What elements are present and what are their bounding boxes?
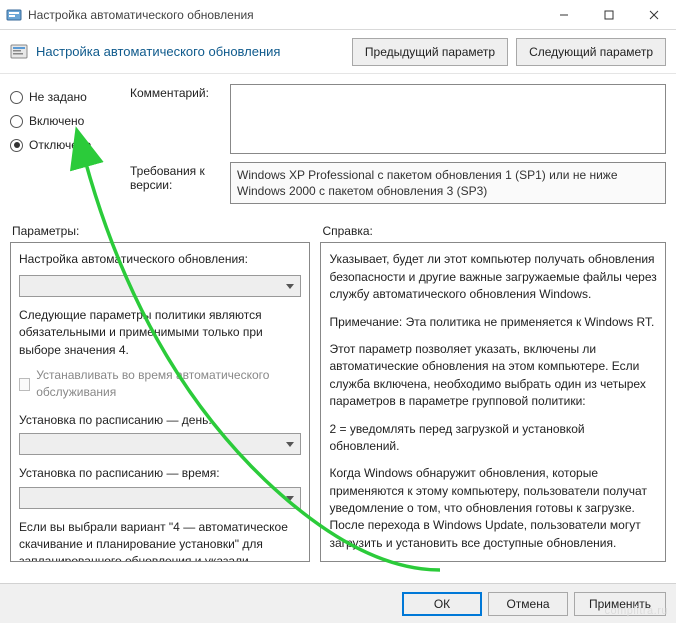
policy-note: Следующие параметры политики являются об… <box>19 307 301 359</box>
help-paragraph: Этот параметр позволяет указать, включен… <box>329 341 657 411</box>
header: Настройка автоматического обновления Пре… <box>0 30 676 74</box>
radio-label: Отключено <box>29 138 91 152</box>
help-panel: Указывает, будет ли этот компьютер получ… <box>320 242 666 562</box>
options-heading: Настройка автоматического обновления: <box>19 251 301 268</box>
comment-label: Комментарий: <box>130 84 230 154</box>
schedule-time-label: Установка по расписанию — время: <box>19 465 301 482</box>
policy-icon <box>10 43 28 61</box>
next-setting-button[interactable]: Следующий параметр <box>516 38 666 66</box>
schedule-day-dropdown[interactable] <box>19 433 301 455</box>
radio-icon <box>10 115 23 128</box>
options-title: Параметры: <box>12 224 310 238</box>
help-column: Справка: Указывает, будет ли этот компью… <box>320 220 666 562</box>
radio-disabled[interactable]: Отключено <box>10 138 130 152</box>
page-title: Настройка автоматического обновления <box>36 44 344 59</box>
radio-icon <box>10 91 23 104</box>
schedule-day-label: Установка по расписанию — день: <box>19 412 301 429</box>
update-mode-dropdown[interactable] <box>19 275 301 297</box>
install-during-maintenance-checkbox[interactable]: Устанавливать во время автоматического о… <box>19 367 301 402</box>
window-title: Настройка автоматического обновления <box>28 8 541 22</box>
help-paragraph: Примечание: Эта политика не применяется … <box>329 314 657 331</box>
help-paragraph: Когда Windows обнаружит обновления, кото… <box>329 465 657 552</box>
help-title: Справка: <box>322 224 666 238</box>
settings-top: Не задано Включено Отключено Комментарий… <box>0 74 676 216</box>
radio-not-configured[interactable]: Не задано <box>10 90 130 104</box>
help-scroll[interactable]: Указывает, будет ли этот компьютер получ… <box>321 243 665 561</box>
titlebar: Настройка автоматического обновления <box>0 0 676 30</box>
schedule-time-dropdown[interactable] <box>19 487 301 509</box>
prev-setting-button[interactable]: Предыдущий параметр <box>352 38 508 66</box>
radio-label: Не задано <box>29 90 87 104</box>
radio-icon <box>10 139 23 152</box>
watermark: complitra.ru <box>605 605 668 617</box>
help-paragraph: Указывает, будет ли этот компьютер получ… <box>329 251 657 303</box>
options-scroll[interactable]: Настройка автоматического обновления: Сл… <box>11 243 309 561</box>
checkbox-label: Устанавливать во время автоматического о… <box>36 367 301 402</box>
maximize-button[interactable] <box>586 0 631 29</box>
requirements-label: Требования к версии: <box>130 162 230 204</box>
radio-label: Включено <box>29 114 84 128</box>
ok-button[interactable]: ОК <box>402 592 482 616</box>
options-hint: Если вы выбрали вариант "4 — автоматичес… <box>19 519 301 562</box>
dialog-buttons: ОК Отмена Применить <box>0 583 676 623</box>
requirements-value: Windows XP Professional с пакетом обновл… <box>230 162 666 204</box>
minimize-button[interactable] <box>541 0 586 29</box>
main-columns: Параметры: Настройка автоматического обн… <box>0 216 676 562</box>
state-radio-group: Не задано Включено Отключено <box>10 84 130 212</box>
options-column: Параметры: Настройка автоматического обн… <box>10 220 310 562</box>
checkbox-icon <box>19 378 30 391</box>
options-panel: Настройка автоматического обновления: Сл… <box>10 242 310 562</box>
close-button[interactable] <box>631 0 676 29</box>
app-icon <box>6 7 22 23</box>
help-paragraph: 2 = уведомлять перед загрузкой и установ… <box>329 421 657 456</box>
radio-enabled[interactable]: Включено <box>10 114 130 128</box>
cancel-button[interactable]: Отмена <box>488 592 568 616</box>
comment-input[interactable] <box>230 84 666 154</box>
